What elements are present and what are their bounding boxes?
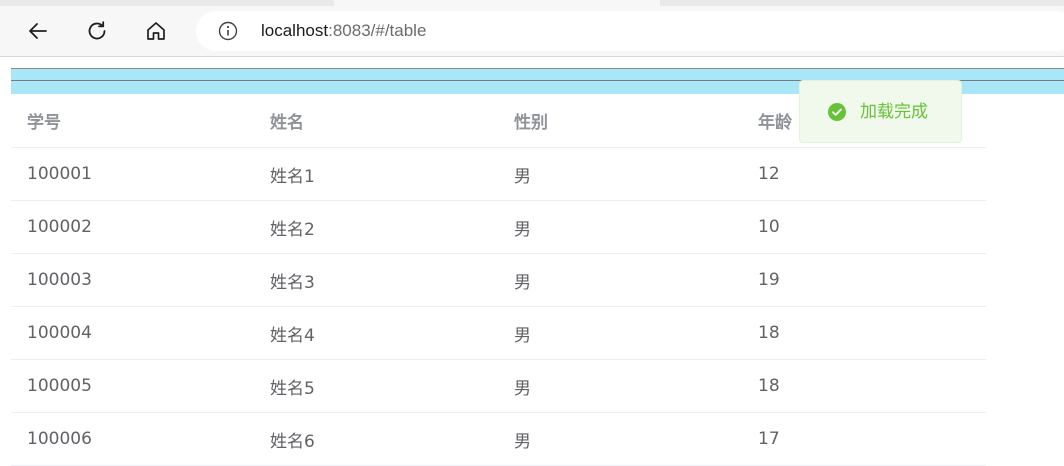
header-gender: 性别 bbox=[514, 113, 548, 133]
cell-age: 17 bbox=[758, 429, 780, 449]
cell-student-id: 100004 bbox=[27, 323, 92, 343]
cell-name: 姓名6 bbox=[270, 431, 315, 452]
header-student-id: 学号 bbox=[27, 113, 61, 133]
cell-gender: 男 bbox=[514, 272, 531, 293]
header-age: 年龄 bbox=[758, 113, 792, 133]
success-toast: 加载完成 bbox=[799, 80, 962, 143]
url-path: :8083/#/table bbox=[328, 21, 427, 40]
url-host: localhost bbox=[261, 21, 329, 40]
table-row[interactable]: 100004 姓名4 男 18 bbox=[11, 307, 986, 360]
cell-age: 10 bbox=[758, 217, 780, 237]
arrow-left-icon bbox=[29, 23, 47, 39]
cell-gender: 男 bbox=[514, 219, 531, 240]
url-text[interactable]: localhost:8083/#/table bbox=[261, 21, 426, 41]
cell-gender: 男 bbox=[514, 166, 531, 187]
header-name: 姓名 bbox=[270, 113, 304, 133]
cell-age: 19 bbox=[758, 270, 780, 290]
address-bar[interactable]: localhost:8083/#/table bbox=[196, 11, 1064, 51]
table-row[interactable]: 100005 姓名5 男 18 bbox=[11, 360, 986, 413]
cell-name: 姓名3 bbox=[270, 272, 315, 293]
table-row[interactable]: 100001 姓名1 男 12 bbox=[11, 148, 986, 201]
table-row[interactable]: 100002 姓名2 男 10 bbox=[11, 201, 986, 254]
cell-name: 姓名1 bbox=[270, 166, 315, 187]
toast-message: 加载完成 bbox=[860, 102, 928, 122]
cell-student-id: 100005 bbox=[27, 376, 92, 396]
cell-gender: 男 bbox=[514, 378, 531, 399]
reload-icon bbox=[88, 21, 106, 40]
table-row[interactable]: 100003 姓名3 男 19 bbox=[11, 254, 986, 307]
cell-gender: 男 bbox=[514, 431, 531, 452]
reload-button[interactable] bbox=[81, 15, 113, 47]
cell-student-id: 100001 bbox=[27, 164, 92, 184]
browser-toolbar: localhost:8083/#/table bbox=[0, 6, 1064, 57]
table-row[interactable]: 100006 姓名6 男 17 bbox=[11, 413, 986, 466]
check-circle-icon bbox=[828, 103, 846, 121]
cell-student-id: 100003 bbox=[27, 270, 92, 290]
cell-gender: 男 bbox=[514, 325, 531, 346]
home-button[interactable] bbox=[140, 15, 172, 47]
cell-student-id: 100006 bbox=[27, 429, 92, 449]
cell-student-id: 100002 bbox=[27, 217, 92, 237]
cell-name: 姓名2 bbox=[270, 219, 315, 240]
cell-age: 18 bbox=[758, 323, 780, 343]
info-icon[interactable] bbox=[218, 21, 238, 41]
cell-name: 姓名4 bbox=[270, 325, 315, 346]
cell-name: 姓名5 bbox=[270, 378, 315, 399]
cell-age: 12 bbox=[758, 164, 780, 184]
home-icon bbox=[147, 22, 165, 40]
data-table: 学号 姓名 性别 年龄 100001 姓名1 男 12 100002 姓名2 男… bbox=[11, 94, 986, 466]
back-button[interactable] bbox=[22, 15, 54, 47]
cell-age: 18 bbox=[758, 376, 780, 396]
